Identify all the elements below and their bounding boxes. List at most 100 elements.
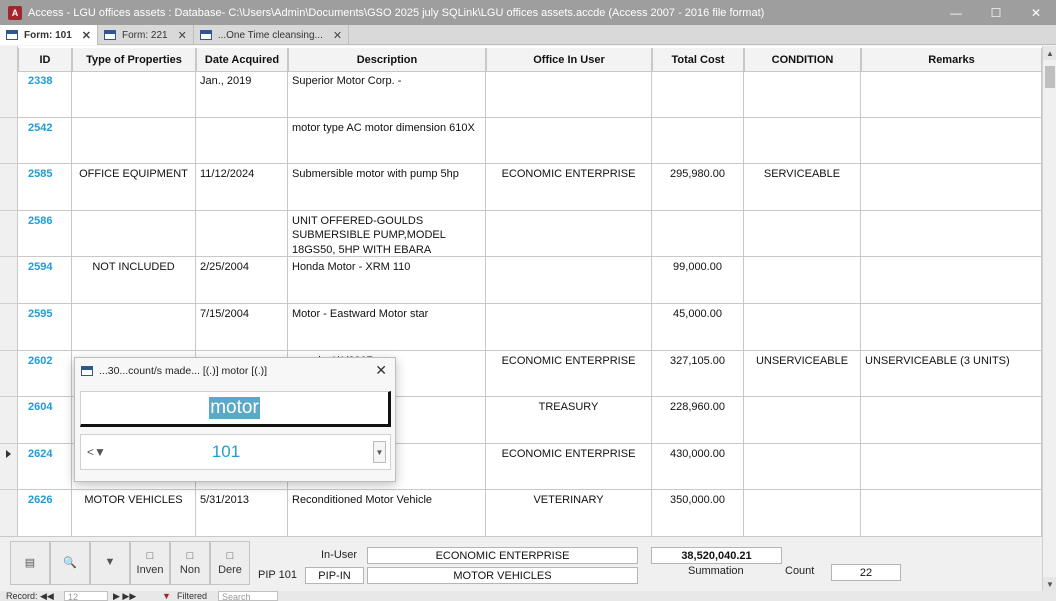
table-cell-cost[interactable] xyxy=(652,71,744,118)
table-cell-cost[interactable]: 295,980.00 xyxy=(652,164,744,211)
record-selector[interactable] xyxy=(0,304,18,351)
table-cell-condition[interactable] xyxy=(744,257,861,304)
table-cell-desc[interactable]: motor type AC motor dimension 610X xyxy=(288,117,486,165)
table-cell-cost[interactable]: 228,960.00 xyxy=(652,397,744,444)
table-cell-id[interactable]: 2542 xyxy=(18,117,72,165)
scroll-down-icon[interactable]: ▼ xyxy=(1043,577,1056,591)
minimize-icon[interactable]: — xyxy=(936,0,976,25)
column-header[interactable]: Description xyxy=(288,48,486,72)
column-header[interactable]: Date Acquired xyxy=(196,48,288,72)
table-cell-cost[interactable] xyxy=(652,210,744,258)
table-cell-cost[interactable] xyxy=(652,117,744,165)
nav-next-icon[interactable]: ▶ ▶▶ xyxy=(113,591,136,601)
record-selector[interactable] xyxy=(0,351,18,398)
table-cell-desc[interactable]: Motor - Eastward Motor star xyxy=(288,304,486,351)
table-cell-remarks[interactable] xyxy=(861,210,1042,258)
table-cell-desc[interactable]: Superior Motor Corp. - xyxy=(288,71,486,118)
table-cell-condition[interactable]: SERVICEABLE xyxy=(744,164,861,211)
table-cell-type[interactable]: NOT INCLUDED xyxy=(72,257,196,304)
tab-close-icon[interactable]: ✕ xyxy=(82,29,91,42)
category-field[interactable]: MOTOR VEHICLES xyxy=(367,567,638,584)
column-header[interactable]: Total Cost xyxy=(652,48,744,72)
tab-one-time-cleansing[interactable]: ...One Time cleansing... ✕ xyxy=(194,25,350,45)
table-cell-cost[interactable]: 430,000.00 xyxy=(652,443,744,491)
tab-form-221[interactable]: Form: 221 ✕ xyxy=(98,25,194,45)
table-cell-office[interactable]: ECONOMIC ENTERPRISE xyxy=(486,443,652,491)
scroll-up-icon[interactable]: ▲ xyxy=(1043,46,1056,60)
table-cell-desc[interactable]: Honda Motor - XRM 110 xyxy=(288,257,486,304)
non-button[interactable]: □ Non xyxy=(170,541,210,585)
table-cell-cost[interactable]: 327,105.00 xyxy=(652,350,744,398)
column-header[interactable]: CONDITION xyxy=(744,48,861,72)
column-header[interactable]: Type of Properties xyxy=(72,48,196,72)
popup-form-combobox[interactable]: <▼ 101 ▼ xyxy=(80,434,391,470)
table-cell-remarks[interactable] xyxy=(861,117,1042,165)
table-cell-id[interactable]: 2604 xyxy=(18,397,72,444)
table-cell-office[interactable]: ECONOMIC ENTERPRISE xyxy=(486,350,652,398)
search-box[interactable]: Search xyxy=(218,591,278,601)
vertical-scrollbar[interactable]: ▲ ▼ xyxy=(1042,46,1056,591)
table-cell-type[interactable] xyxy=(72,71,196,118)
table-cell-id[interactable]: 2585 xyxy=(18,164,72,211)
summation-field[interactable]: 38,520,040.21 xyxy=(651,547,782,564)
record-selector[interactable] xyxy=(0,490,18,536)
record-selector[interactable] xyxy=(0,444,18,491)
table-cell-remarks[interactable] xyxy=(861,164,1042,211)
table-cell-office[interactable] xyxy=(486,71,652,118)
maximize-icon[interactable]: ☐ xyxy=(976,0,1016,25)
table-cell-condition[interactable] xyxy=(744,443,861,491)
table-cell-condition[interactable] xyxy=(744,210,861,258)
close-icon[interactable]: ✕ xyxy=(1016,0,1056,25)
table-cell-cost[interactable]: 45,000.00 xyxy=(652,304,744,351)
table-cell-id[interactable]: 2595 xyxy=(18,304,72,351)
table-cell-condition[interactable] xyxy=(744,397,861,444)
in-user-field[interactable]: ECONOMIC ENTERPRISE xyxy=(367,547,638,564)
table-cell-id[interactable]: 2626 xyxy=(18,490,72,536)
filtered-toggle[interactable]: Filtered xyxy=(177,591,207,601)
column-header[interactable]: ID xyxy=(18,48,72,72)
table-cell-remarks[interactable] xyxy=(861,304,1042,351)
table-cell-office[interactable] xyxy=(486,117,652,165)
table-cell-remarks[interactable] xyxy=(861,490,1042,536)
table-cell-id[interactable]: 2586 xyxy=(18,210,72,258)
table-cell-office[interactable]: VETERINARY xyxy=(486,490,652,536)
table-cell-office[interactable] xyxy=(486,257,652,304)
table-cell-id[interactable]: 2594 xyxy=(18,257,72,304)
record-selector[interactable] xyxy=(0,257,18,304)
record-selector[interactable] xyxy=(0,397,18,444)
table-cell-id[interactable]: 2602 xyxy=(18,350,72,398)
table-cell-remarks[interactable] xyxy=(861,71,1042,118)
table-cell-id[interactable]: 2338 xyxy=(18,71,72,118)
column-header[interactable]: Office In User xyxy=(486,48,652,72)
scroll-thumb[interactable] xyxy=(1045,66,1055,88)
table-cell-id[interactable]: 2624 xyxy=(18,443,72,491)
record-selector[interactable] xyxy=(0,71,18,118)
table-cell-date[interactable]: 7/15/2004 xyxy=(196,304,288,351)
table-cell-date[interactable]: 2/25/2004 xyxy=(196,257,288,304)
table-cell-cost[interactable]: 350,000.00 xyxy=(652,490,744,536)
tab-close-icon[interactable]: ✕ xyxy=(178,29,187,42)
table-cell-type[interactable] xyxy=(72,210,196,258)
count-field[interactable]: 22 xyxy=(831,564,901,581)
table-cell-date[interactable] xyxy=(196,117,288,165)
table-cell-date[interactable]: Jan., 2019 xyxy=(196,71,288,118)
column-header[interactable]: Remarks xyxy=(861,48,1042,72)
table-cell-condition[interactable] xyxy=(744,490,861,536)
record-number-field[interactable]: 12 xyxy=(64,591,108,601)
chevron-down-icon[interactable]: ▼ xyxy=(373,441,386,463)
popup-close-icon[interactable]: ✕ xyxy=(375,362,387,379)
pip-field[interactable]: PIP-IN xyxy=(305,567,364,584)
form-view-button[interactable]: ▤ xyxy=(10,541,50,585)
table-cell-date[interactable] xyxy=(196,210,288,258)
table-cell-date[interactable]: 11/12/2024 xyxy=(196,164,288,211)
table-cell-type[interactable]: MOTOR VEHICLES xyxy=(72,490,196,536)
filter-button[interactable]: ▼ xyxy=(90,541,130,585)
table-cell-type[interactable] xyxy=(72,304,196,351)
table-cell-type[interactable] xyxy=(72,117,196,165)
table-cell-type[interactable]: OFFICE EQUIPMENT xyxy=(72,164,196,211)
table-cell-office[interactable]: ECONOMIC ENTERPRISE xyxy=(486,164,652,211)
nav-first-icon[interactable]: ◀◀ xyxy=(40,591,54,601)
popup-search-input[interactable]: motor xyxy=(80,391,391,427)
table-cell-office[interactable]: TREASURY xyxy=(486,397,652,444)
table-cell-office[interactable] xyxy=(486,210,652,258)
